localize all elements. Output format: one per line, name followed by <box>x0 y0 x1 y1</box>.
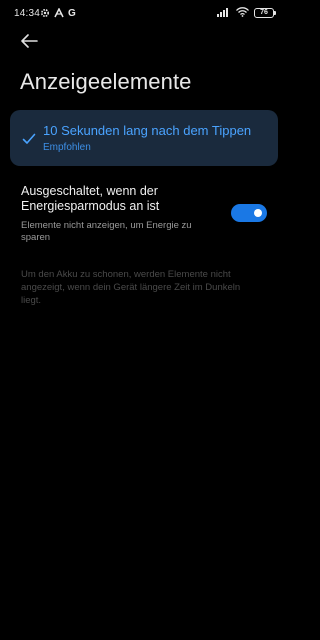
page-title: Anzeigeelemente <box>20 69 192 94</box>
checkmark-icon <box>22 132 36 144</box>
footnote-text: Um den Akku zu schonen, werden Elemente … <box>21 269 241 306</box>
google-g-icon: G <box>68 8 76 19</box>
back-button[interactable] <box>16 32 42 54</box>
status-left-icons: G <box>40 5 76 23</box>
status-bar: 14:34 G 76 <box>0 0 288 28</box>
battery-icon: 76 <box>254 8 276 18</box>
toggle-knob <box>254 209 262 217</box>
setting-title: Ausgeschaltet, wenn der Energiesparmodus… <box>21 184 160 213</box>
gear-icon <box>40 5 50 23</box>
option-label: 10 Sekunden lang nach dem Tippen <box>43 123 252 138</box>
signal-a-icon <box>54 5 64 23</box>
power-saving-toggle[interactable] <box>231 204 267 222</box>
signal-bars-icon <box>217 4 231 22</box>
option-recommended-label: Empfohlen <box>43 142 91 153</box>
wifi-icon <box>236 4 249 22</box>
power-saving-setting-row[interactable]: Ausgeschaltet, wenn der Energiesparmodus… <box>0 178 288 250</box>
status-right-icons: 76 <box>217 4 276 22</box>
arrow-left-icon <box>20 33 38 53</box>
option-10-seconds-after-tap[interactable]: 10 Sekunden lang nach dem Tippen Empfohl… <box>10 110 278 166</box>
status-time: 14:34 <box>14 8 41 19</box>
battery-level: 76 <box>260 9 268 16</box>
setting-description: Elemente nicht anzeigen, um Energie zu s… <box>21 220 192 243</box>
